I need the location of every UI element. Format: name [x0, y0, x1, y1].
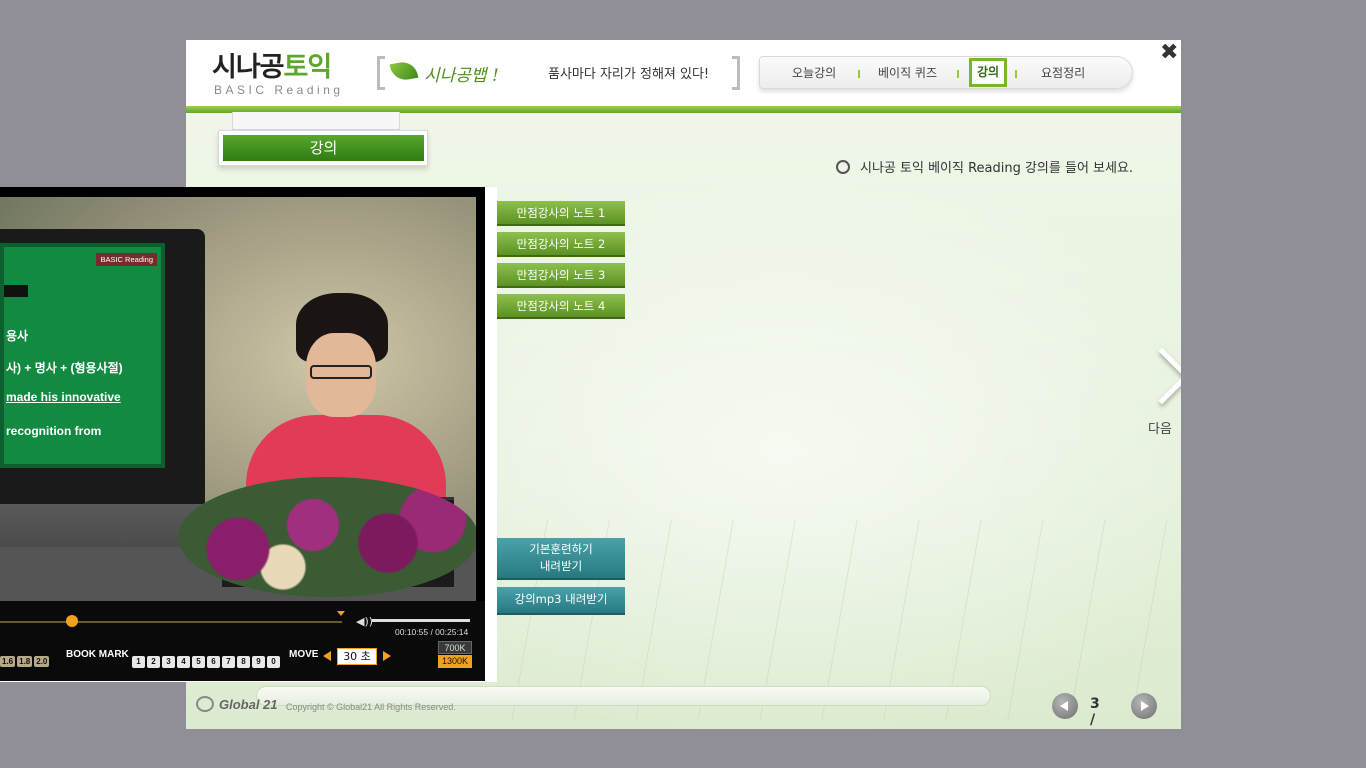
- info-message: 시나공 토익 베이직 Reading 강의를 들어 보세요.: [836, 157, 1133, 176]
- note-button-1[interactable]: 만점강사의 노트 1: [497, 201, 625, 226]
- volume-icon[interactable]: ◀)): [356, 615, 373, 628]
- training-download-line2: 내려받기: [539, 559, 583, 573]
- menu-item-today-lecture[interactable]: 오늘강의: [792, 57, 836, 90]
- note-button-4[interactable]: 만점강사의 노트 4: [497, 294, 625, 319]
- bookmark-button[interactable]: 1: [132, 656, 145, 668]
- quality-1300k-button[interactable]: 1300K: [438, 655, 472, 668]
- monitor-screen: BASIC Reading 용사 사) + 명사 + (형용사절) made h…: [0, 243, 165, 468]
- info-text: 시나공 토익 베이직 Reading 강의를 들어 보세요.: [860, 161, 1134, 176]
- bookmark-button[interactable]: 3: [162, 656, 175, 668]
- flowers: [178, 477, 476, 597]
- speed-buttons: 1.6 1.8 2.0: [0, 649, 51, 668]
- screen-line-3: made his innovative: [6, 390, 121, 404]
- screen-line-1: 용사: [6, 329, 29, 343]
- bookmark-button[interactable]: 6: [207, 656, 220, 668]
- menu-item-lecture[interactable]: 강의: [969, 58, 1008, 87]
- global21-icon: [196, 696, 214, 712]
- bracket-left: [377, 56, 385, 90]
- bookmark-label: BOOK MARK: [66, 649, 129, 660]
- logo-text-a: 시나공: [212, 52, 285, 83]
- mp3-download-button[interactable]: 강의mp3 내려받기: [497, 587, 625, 615]
- seek-handle[interactable]: [66, 615, 78, 627]
- brand-text: Global 21: [219, 697, 278, 712]
- training-download-button[interactable]: 기본훈련하기 내려받기: [497, 538, 625, 580]
- menu-item-summary[interactable]: 요점정리: [1041, 57, 1085, 90]
- quality-700k-button[interactable]: 700K: [438, 641, 472, 654]
- bookmark-button[interactable]: 5: [192, 656, 205, 668]
- speed-button[interactable]: 1.6: [0, 656, 16, 667]
- copyright: Copyright © Global21 All Rights Reserved…: [286, 702, 456, 712]
- logo-subtitle: BASIC Reading: [214, 83, 344, 97]
- close-icon[interactable]: ✖: [1160, 40, 1178, 65]
- menu-separator: [957, 70, 959, 78]
- video-area[interactable]: BASIC Reading 용사 사) + 명사 + (형용사절) made h…: [0, 197, 476, 601]
- next-button[interactable]: 다음: [1133, 347, 1181, 440]
- screen-line-4: recognition from: [6, 424, 102, 438]
- speed-button[interactable]: 1.8: [17, 656, 33, 667]
- bookmark-button[interactable]: 0: [267, 656, 280, 668]
- player-controls: ◀)) 00:10:55 / 00:25:14 1.6 1.8 2.0 BOOK M…: [0, 601, 485, 681]
- video-player: BASIC Reading 용사 사) + 명사 + (형용사절) made h…: [0, 187, 497, 682]
- logo: 시나공토익 BASIC Reading: [212, 52, 344, 96]
- bookmark-button[interactable]: 8: [237, 656, 250, 668]
- section-tab-wrap: 강의: [218, 112, 428, 168]
- seek-marker: [337, 611, 345, 616]
- top-menu: 오늘강의 베이직 퀴즈 강의 요점정리: [759, 56, 1133, 89]
- player-frame: BASIC Reading 용사 사) + 명사 + (형용사절) made h…: [0, 187, 485, 681]
- bracket-right: [732, 56, 740, 90]
- menu-item-basic-quiz[interactable]: 베이직 퀴즈: [878, 57, 937, 90]
- bookmark-button[interactable]: 7: [222, 656, 235, 668]
- menu-separator: [1015, 70, 1017, 78]
- time-display: 00:10:55 / 00:25:14: [395, 627, 469, 637]
- slogan: 시나공뱁 !: [424, 66, 499, 86]
- lesson-subtitle: 품사마다 자리가 정해져 있다!: [548, 67, 710, 82]
- section-tab: 강의: [218, 130, 428, 166]
- header: 시나공토익 BASIC Reading 시나공뱁 ! 품사마다 자리가 정해져 …: [186, 40, 1181, 106]
- prev-page-icon[interactable]: [1052, 693, 1078, 719]
- note-button-2[interactable]: 만점강사의 노트 2: [497, 232, 625, 257]
- note-button-3[interactable]: 만점강사의 노트 3: [497, 263, 625, 288]
- tab-back: [232, 112, 400, 130]
- training-download-line1: 기본훈련하기: [529, 542, 593, 556]
- screen-tag: BASIC Reading: [96, 253, 157, 266]
- bookmark-button[interactable]: 4: [177, 656, 190, 668]
- move-seconds-select[interactable]: 30 초: [337, 648, 377, 665]
- move-forward-icon[interactable]: [383, 651, 391, 661]
- next-label: 다음: [1148, 422, 1172, 437]
- screen-bar: [4, 285, 28, 297]
- bookmark-button[interactable]: 2: [147, 656, 160, 668]
- move-label: MOVE: [289, 649, 319, 660]
- seek-bar[interactable]: [0, 621, 342, 623]
- next-page-icon[interactable]: [1131, 693, 1157, 719]
- bookmark-buttons: 1234567890: [132, 649, 282, 668]
- monitor: BASIC Reading 용사 사) + 명사 + (형용사절) made h…: [0, 229, 205, 504]
- lecturer-glasses: [310, 365, 372, 379]
- bookmark-button[interactable]: 9: [252, 656, 265, 668]
- chevron-right-icon: [1133, 347, 1181, 405]
- page-number: 3 / 4: [1090, 696, 1100, 729]
- menu-separator: [858, 70, 860, 78]
- screen-line-2: 사) + 명사 + (형용사절): [6, 361, 123, 375]
- volume-slider[interactable]: [372, 619, 470, 622]
- section-tab-label: 강의: [223, 135, 424, 161]
- magnifier-icon: [836, 160, 850, 174]
- speed-button[interactable]: 2.0: [34, 656, 50, 667]
- logo-text-b: 토익: [283, 52, 333, 83]
- leaf-icon: [389, 59, 419, 83]
- global21-logo: Global 21: [196, 696, 278, 712]
- move-back-icon[interactable]: [323, 651, 331, 661]
